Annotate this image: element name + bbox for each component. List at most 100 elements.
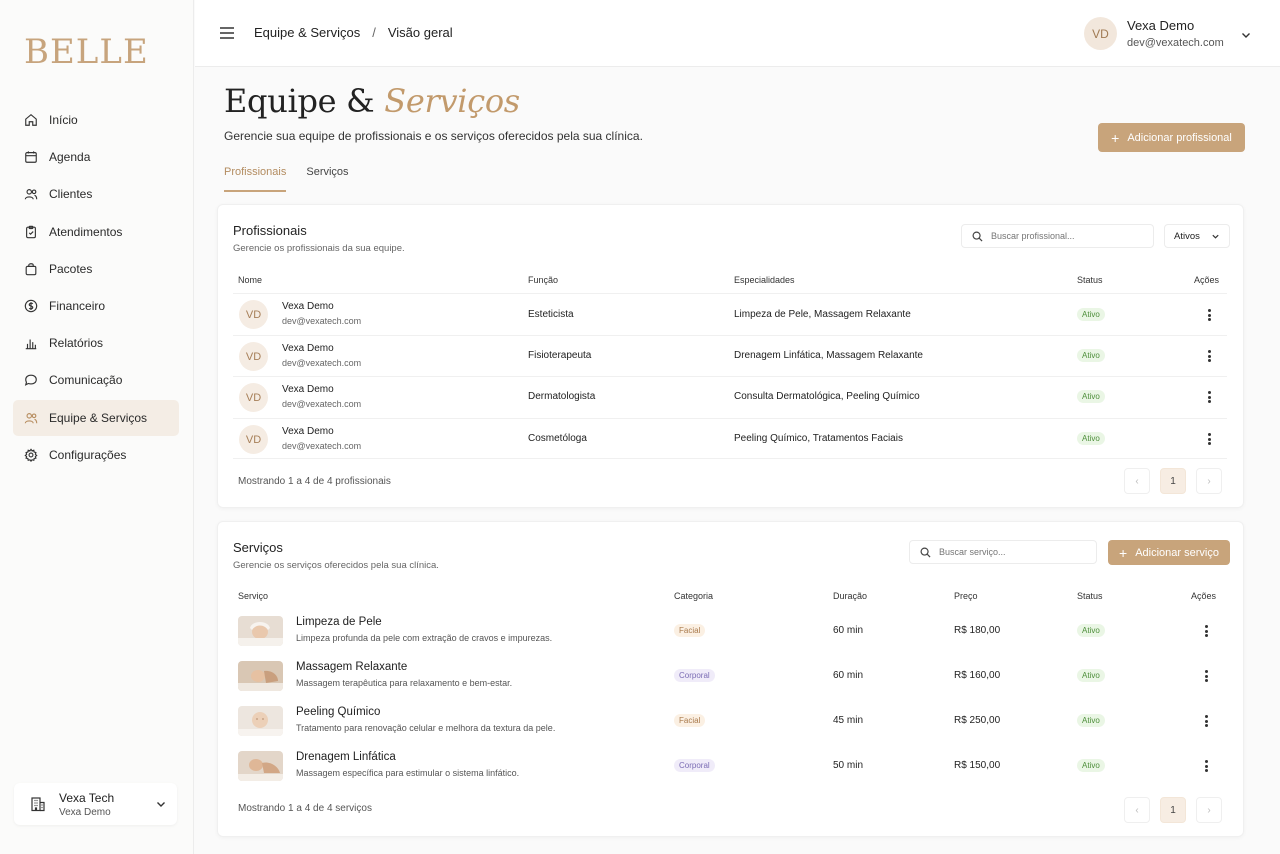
category-badge: Facial: [674, 714, 706, 727]
professional-role: Cosmetóloga: [528, 433, 587, 444]
more-actions-icon[interactable]: [1201, 759, 1211, 773]
column-header: Preço: [954, 591, 978, 601]
sidebar-item-label: Agenda: [49, 150, 91, 165]
professional-email: dev@vexatech.com: [282, 441, 362, 451]
service-name: Drenagem Linfática: [296, 751, 396, 763]
sidebar-item-inicio[interactable]: Início: [13, 102, 179, 138]
service-thumbnail: [238, 751, 283, 781]
more-actions-icon[interactable]: [1201, 624, 1211, 638]
column-header: Nome: [238, 275, 263, 285]
service-thumbnail: [238, 661, 283, 691]
more-actions-icon[interactable]: [1204, 349, 1214, 363]
tab-profissionais[interactable]: Profissionais: [224, 160, 287, 192]
pagination-page[interactable]: 1: [1160, 797, 1186, 823]
add-professional-button[interactable]: + Adicionar profissional: [1098, 123, 1245, 152]
org-sub: Vexa Demo: [59, 806, 111, 818]
status-filter[interactable]: Ativos: [1164, 224, 1230, 248]
pagination-next[interactable]: ›: [1196, 797, 1222, 823]
status-badge: Ativo: [1077, 349, 1105, 362]
pagination-prev[interactable]: ‹: [1124, 797, 1150, 823]
sidebar-item-comunicacao[interactable]: Comunicação: [13, 362, 179, 398]
professional-role: Fisioterapeuta: [528, 350, 592, 361]
breadcrumb-separator: /: [372, 25, 376, 40]
sidebar-item-clientes[interactable]: Clientes: [13, 176, 179, 212]
status-badge: Ativo: [1077, 759, 1105, 772]
sidebar-item-label: Atendimentos: [49, 224, 123, 239]
avatar[interactable]: VD: [1084, 17, 1117, 50]
plus-icon: +: [1119, 544, 1128, 561]
users-icon: [24, 187, 38, 201]
topbar: Equipe & Serviços / Visão geral VD Vexa De…: [195, 0, 1280, 67]
sidebar-item-label: Comunicação: [49, 373, 123, 388]
professional-search[interactable]: [961, 224, 1154, 248]
column-header: Categoria: [674, 591, 714, 601]
org-switcher[interactable]: Vexa Tech Vexa Demo: [14, 783, 177, 825]
service-name: Peeling Químico: [296, 706, 381, 718]
sidebar-item-relatorios[interactable]: Relatórios: [13, 325, 179, 361]
table-row: Peeling Químico Tratamento para renovaçã…: [233, 699, 1227, 744]
status-badge: Ativo: [1077, 308, 1105, 321]
column-header: Ações: [1194, 275, 1220, 285]
service-description: Massagem específica para estimular o sis…: [296, 768, 520, 778]
user-email: dev@vexatech.com: [1127, 37, 1224, 49]
service-duration: 60 min: [833, 670, 864, 681]
avatar: VD: [239, 342, 268, 371]
more-actions-icon[interactable]: [1204, 390, 1214, 404]
chevron-down-icon[interactable]: [1240, 28, 1252, 40]
avatar: VD: [239, 425, 268, 454]
search-input[interactable]: [991, 231, 1131, 241]
category-badge: Facial: [674, 624, 706, 637]
status-badge: Ativo: [1077, 432, 1105, 445]
service-price: R$ 250,00: [954, 715, 1001, 726]
add-professional-label: Adicionar profissional: [1127, 131, 1232, 144]
table-row: Drenagem Linfática Massagem específica p…: [233, 744, 1227, 789]
tab-servicos[interactable]: Serviços: [306, 160, 348, 192]
services-card: Serviços Gerencie os serviços oferecidos…: [217, 521, 1244, 837]
service-description: Limpeza profunda da pele com extração de…: [296, 633, 553, 643]
professional-specialties: Peeling Químico, Tratamentos Faciais: [734, 433, 903, 444]
table-row: VD Vexa Demo dev@vexatech.com Dermatolog…: [233, 376, 1227, 418]
more-actions-icon[interactable]: [1201, 669, 1211, 683]
table-row: VD Vexa Demo dev@vexatech.com Esteticist…: [233, 293, 1227, 335]
sidebar-item-atendimentos[interactable]: Atendimentos: [13, 214, 179, 250]
pagination-prev[interactable]: ‹: [1124, 468, 1150, 494]
pagination-next[interactable]: ›: [1196, 468, 1222, 494]
search-input[interactable]: [939, 547, 1079, 557]
service-duration: 50 min: [833, 760, 864, 771]
professional-role: Esteticista: [528, 309, 574, 320]
column-header: Ações: [1191, 591, 1217, 601]
service-search[interactable]: [909, 540, 1097, 564]
page-title: Equipe & Serviços: [224, 82, 520, 120]
service-price: R$ 180,00: [954, 625, 1001, 636]
column-header: Status: [1077, 591, 1103, 601]
professionals-card: Profissionais Gerencie os profissionais …: [217, 204, 1244, 508]
search-icon: [972, 231, 983, 242]
service-name: Limpeza de Pele: [296, 616, 382, 628]
card-title: Serviços: [233, 540, 283, 555]
more-actions-icon[interactable]: [1204, 432, 1214, 446]
plus-icon: +: [1111, 129, 1120, 146]
menu-icon[interactable]: [219, 26, 235, 40]
sidebar-item-pacotes[interactable]: Pacotes: [13, 251, 179, 287]
gear-icon: [24, 448, 38, 462]
sidebar-item-agenda[interactable]: Agenda: [13, 139, 179, 175]
page-title-main: Equipe &: [224, 82, 375, 120]
sidebar-item-label: Clientes: [49, 187, 93, 202]
sidebar-item-configuracoes[interactable]: Configurações: [13, 437, 179, 473]
pagination-page[interactable]: 1: [1160, 468, 1186, 494]
professional-name: Vexa Demo: [282, 343, 334, 354]
more-actions-icon[interactable]: [1201, 714, 1211, 728]
sidebar-item-equipe-servicos[interactable]: Equipe & Serviços: [13, 399, 179, 436]
home-icon: [24, 113, 38, 127]
add-service-button[interactable]: + Adicionar serviço: [1108, 540, 1230, 565]
more-actions-icon[interactable]: [1204, 308, 1214, 322]
professional-specialties: Limpeza de Pele, Massagem Relaxante: [734, 309, 911, 320]
column-header: Função: [528, 275, 559, 285]
clipboard-icon: [24, 225, 38, 239]
breadcrumb-item[interactable]: Equipe & Serviços: [254, 25, 360, 40]
avatar: VD: [239, 383, 268, 412]
building-icon: [30, 796, 46, 812]
bar-chart-icon: [24, 336, 38, 350]
service-price: R$ 160,00: [954, 670, 1001, 681]
sidebar-item-financeiro[interactable]: Financeiro: [13, 288, 179, 324]
